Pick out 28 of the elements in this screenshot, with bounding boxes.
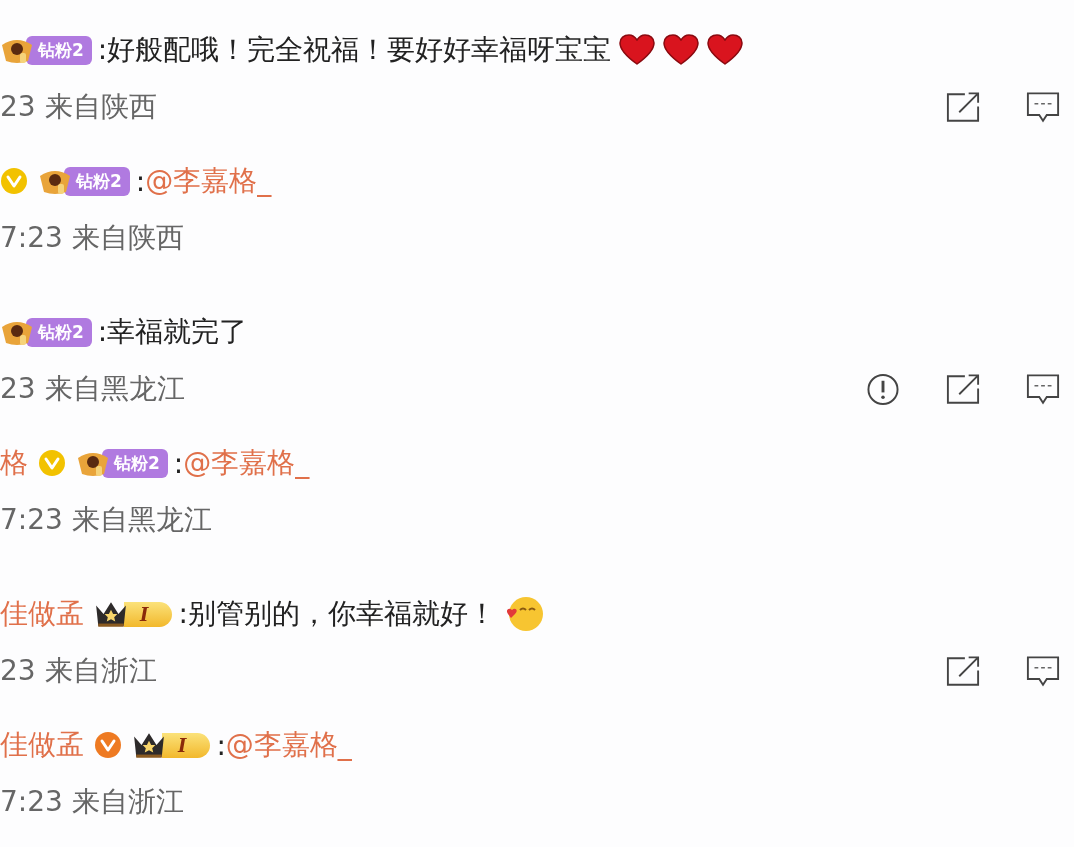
comment-meta: 7:23 来自浙江 — [0, 784, 184, 820]
heart-icon — [707, 34, 744, 66]
comment-text: : — [135, 164, 146, 198]
comment-icon[interactable] — [1026, 372, 1060, 406]
share-icon[interactable] — [946, 372, 980, 406]
user-name[interactable]: 佳做孟 — [0, 726, 84, 764]
mention-link[interactable]: @李嘉格_ — [183, 444, 310, 482]
comment-meta: 23 来自黑龙江 — [0, 371, 185, 407]
share-icon[interactable] — [946, 90, 980, 124]
heart-icon — [619, 34, 656, 66]
mention-link[interactable]: @李嘉格_ — [225, 726, 352, 764]
comment-text: : — [173, 446, 184, 480]
comment-icon[interactable] — [1026, 654, 1060, 688]
user-name[interactable]: 格 — [0, 444, 28, 482]
comment-meta: 7:23 来自陕西 — [0, 220, 184, 256]
share-icon[interactable] — [946, 654, 980, 688]
user-name[interactable]: 佳做孟 — [0, 595, 84, 633]
comment-meta: 23 来自浙江 — [0, 653, 157, 689]
mention-link[interactable]: @李嘉格_ — [145, 162, 272, 200]
comment-icon[interactable] — [1026, 90, 1060, 124]
comment-meta: 7:23 来自黑龙江 — [0, 502, 212, 538]
comment-text: : — [216, 728, 226, 762]
comment-text: :幸福就完了 — [97, 314, 248, 350]
comment-meta: 23 来自陕西 — [0, 89, 157, 125]
report-icon[interactable] — [866, 372, 900, 406]
comment-text: :别管别的，你幸福就好！ — [178, 596, 496, 632]
heart-icon — [663, 34, 700, 66]
comment-text: :好般配哦！完全祝福！要好好幸福呀宝宝 — [97, 32, 612, 68]
